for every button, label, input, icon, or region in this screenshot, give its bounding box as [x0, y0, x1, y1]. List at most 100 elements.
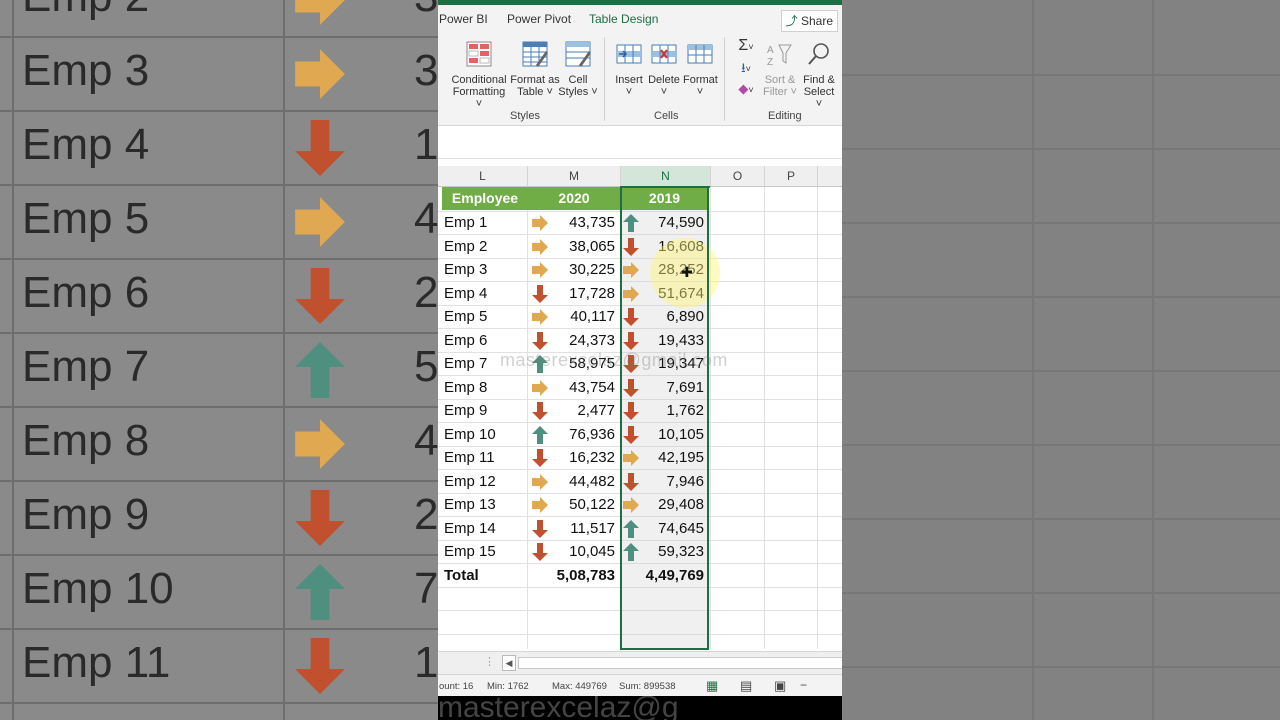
- column-header-n[interactable]: N: [621, 166, 711, 188]
- employee-cell[interactable]: Emp 3: [444, 258, 487, 282]
- value-2020-cell[interactable]: 24,373: [528, 329, 615, 353]
- zoom-out-icon[interactable]: −: [800, 678, 807, 692]
- background-right-arrow-icon: [295, 419, 345, 469]
- value-2020-cell[interactable]: 2,477: [528, 399, 615, 423]
- tab-table-design[interactable]: Table Design: [589, 12, 658, 26]
- value-2020-cell[interactable]: 76,936: [528, 423, 615, 447]
- page-break-preview-icon[interactable]: ▣: [774, 678, 786, 694]
- find-select-button[interactable]: Find & Select ˅: [799, 41, 839, 110]
- column-header-p[interactable]: P: [765, 166, 818, 187]
- find-select-label-2: Select: [803, 86, 835, 98]
- background-down-arrow-icon: [295, 268, 345, 324]
- sort-filter-button[interactable]: A Z Sort & Filter ˅: [762, 41, 798, 98]
- ribbon: Conditional Formatting ˅ Format as Table…: [438, 33, 842, 126]
- value-2020-cell[interactable]: 43,754: [528, 376, 615, 400]
- column-header-l[interactable]: L: [438, 166, 528, 187]
- status-bar: ount: 16 Min: 1762 Max: 449769 Sum: 8995…: [438, 674, 842, 697]
- tab-power-bi[interactable]: Power BI: [439, 12, 488, 26]
- background-employee-name: Emp 6: [22, 268, 150, 317]
- background-zoom-right: [842, 0, 1280, 720]
- value-2020-cell[interactable]: 11,517: [528, 517, 615, 541]
- value-2020-cell[interactable]: 40,117: [528, 305, 615, 329]
- employee-cell[interactable]: Emp 6: [444, 329, 487, 353]
- sigma-icon: Σ: [738, 37, 749, 54]
- background-row: Emp 2 3: [0, 0, 438, 38]
- header-2020[interactable]: 2020: [528, 187, 620, 210]
- employee-cell[interactable]: Emp 1: [444, 211, 487, 235]
- value-2020-cell[interactable]: 10,045: [528, 540, 615, 564]
- background-up-arrow-icon: [295, 564, 345, 620]
- background-row: Emp 4 1: [0, 110, 438, 186]
- background-employee-name: Emp 2: [22, 0, 149, 22]
- column-header-q[interactable]: [818, 166, 842, 187]
- fill-button[interactable]: ⭳˅: [734, 59, 758, 81]
- column-header-m[interactable]: M: [528, 166, 621, 187]
- employee-cell[interactable]: Emp 4: [444, 282, 487, 306]
- bottom-overlay: masterexcelaz@g: [438, 696, 842, 720]
- background-employee-name: Emp 10: [22, 564, 174, 613]
- conditional-formatting-label-2: Formatting: [452, 86, 506, 98]
- employee-cell[interactable]: Emp 13: [444, 493, 496, 517]
- share-icon: ⤴: [785, 14, 798, 28]
- employee-cell[interactable]: Emp 11: [444, 446, 495, 470]
- background-employee-name: Emp 7: [22, 342, 150, 391]
- total-2020-cell[interactable]: 5,08,783: [528, 564, 615, 588]
- delete-button[interactable]: Delete ˅: [647, 41, 681, 98]
- conditional-formatting-button[interactable]: Conditional Formatting ˅: [448, 41, 510, 110]
- tab-power-pivot[interactable]: Power Pivot: [507, 12, 571, 26]
- employee-cell[interactable]: Emp 7: [444, 352, 487, 376]
- search-icon: [808, 43, 829, 65]
- sort-filter-icon: A Z: [767, 44, 792, 68]
- employee-cell[interactable]: Emp 8: [444, 376, 487, 400]
- header-employee[interactable]: Employee: [442, 187, 528, 210]
- value-2020-cell[interactable]: 50,122: [528, 493, 615, 517]
- sort-filter-label-1: Sort &: [764, 74, 796, 86]
- share-button[interactable]: ⤴ Share: [780, 10, 838, 32]
- value-2020-cell[interactable]: 38,065: [528, 235, 615, 259]
- column-header-o[interactable]: O: [711, 166, 765, 187]
- formula-area: [438, 126, 842, 159]
- format-as-table-label-1: Format as: [510, 74, 560, 86]
- scroll-left-icon[interactable]: ◀: [502, 655, 516, 671]
- background-digit: 4: [414, 194, 438, 243]
- status-max: Max: 449769: [552, 681, 607, 692]
- value-2020-cell[interactable]: 16,232: [528, 446, 615, 470]
- value-2020-cell[interactable]: 44,482: [528, 470, 615, 494]
- sheet-tab-splitter-icon[interactable]: ⋮: [484, 655, 495, 668]
- eraser-icon: ◆: [738, 81, 749, 96]
- employee-cell[interactable]: Emp 5: [444, 305, 487, 329]
- value-2020-cell[interactable]: 30,225: [528, 258, 615, 282]
- format-as-table-button[interactable]: Format as Table ˅: [510, 41, 560, 98]
- find-select-label-1: Find &: [803, 74, 835, 86]
- chevron-down-icon: ˅: [696, 86, 704, 98]
- employee-cell[interactable]: Emp 14: [444, 517, 496, 541]
- chevron-down-icon: ˅: [790, 86, 797, 98]
- format-label: Format: [683, 74, 718, 86]
- employee-cell[interactable]: Emp 9: [444, 399, 487, 423]
- background-row: Emp 6 2: [0, 258, 438, 334]
- format-as-table-icon: [522, 41, 548, 67]
- background-digit: 1: [414, 120, 438, 169]
- employee-cell[interactable]: Emp 12: [444, 470, 496, 494]
- background-down-arrow-icon: [295, 490, 345, 546]
- insert-cells-icon: [616, 44, 642, 64]
- autosum-button[interactable]: Σ˅: [734, 37, 758, 55]
- clear-button[interactable]: ◆˅: [734, 81, 758, 97]
- background-digit: 1: [414, 638, 438, 687]
- format-button[interactable]: Format ˅: [683, 41, 718, 98]
- employee-cell[interactable]: Emp 2: [444, 235, 487, 259]
- cell-styles-button[interactable]: Cell Styles ˅: [558, 41, 598, 98]
- employee-cell[interactable]: Emp 15: [444, 540, 496, 564]
- value-2020-cell[interactable]: 17,728: [528, 282, 615, 306]
- scrollbar-thumb[interactable]: [518, 657, 842, 669]
- employee-cell[interactable]: Emp 10: [444, 423, 496, 447]
- background-employee-name: Emp 11: [22, 638, 171, 687]
- horizontal-scrollbar[interactable]: ⋮ ◀: [438, 651, 842, 674]
- normal-view-icon[interactable]: ▦: [706, 678, 718, 694]
- total-label[interactable]: Total: [444, 564, 479, 588]
- cells-group-label: Cells: [654, 110, 679, 122]
- insert-button[interactable]: Insert ˅: [612, 41, 646, 98]
- page-layout-icon[interactable]: ▤: [740, 678, 752, 694]
- value-2020-cell[interactable]: 43,735: [528, 211, 615, 235]
- gridline-vertical: [764, 187, 765, 649]
